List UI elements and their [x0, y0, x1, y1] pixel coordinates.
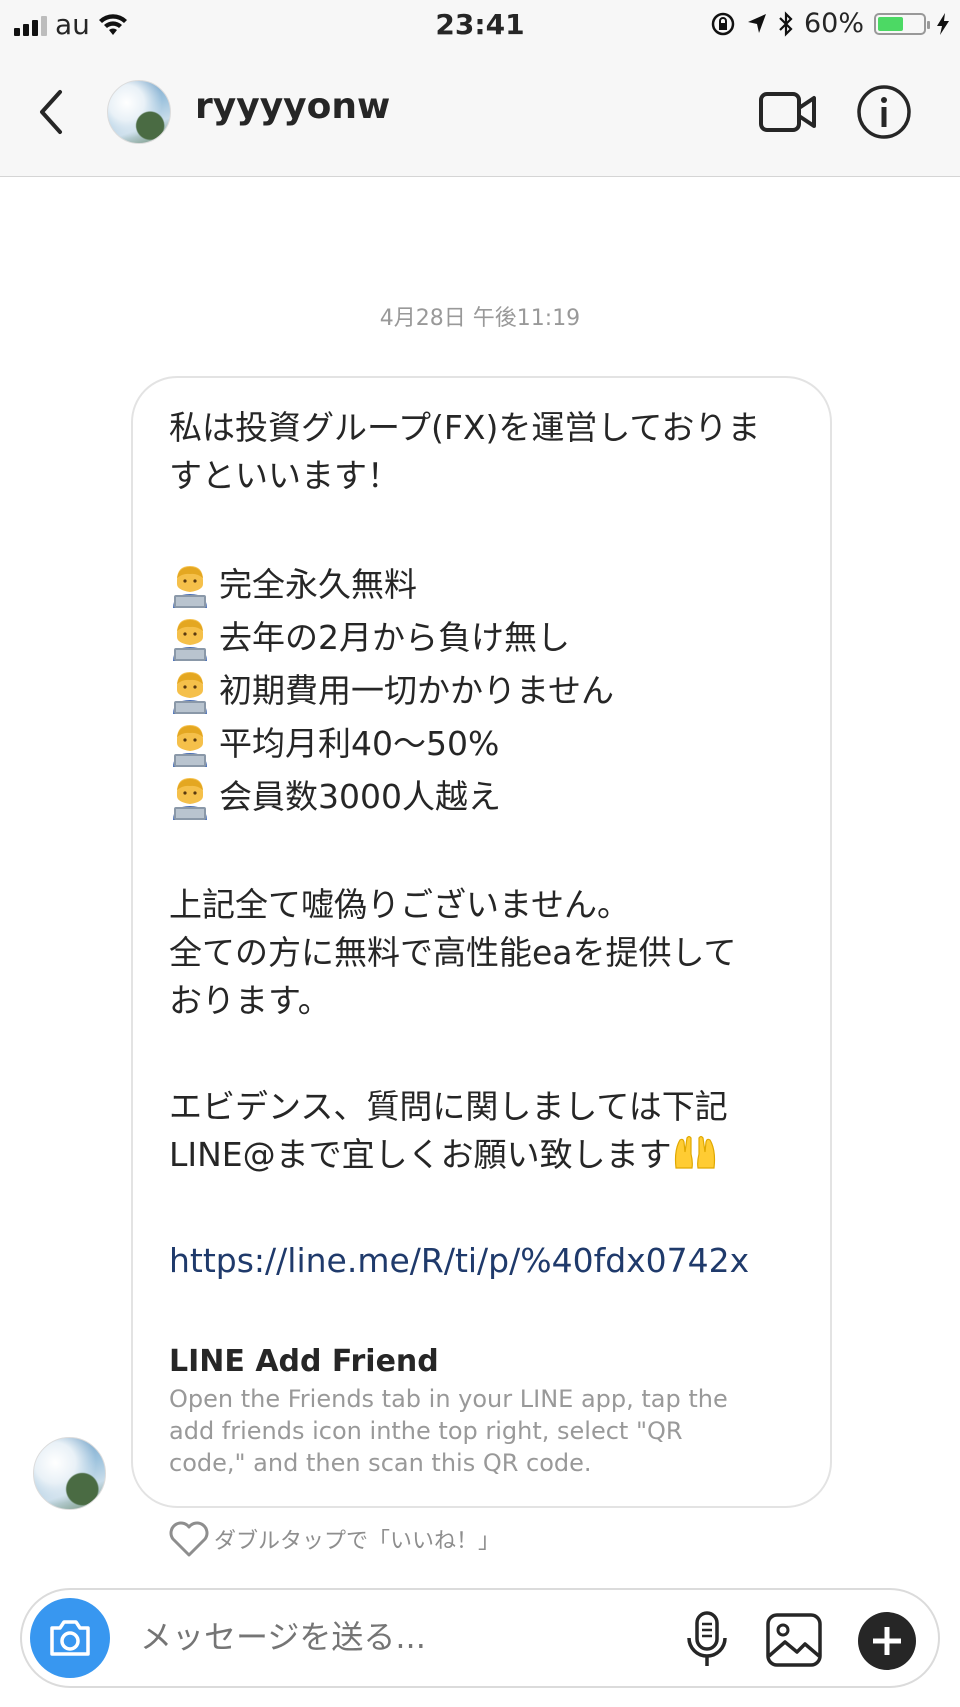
heart-icon[interactable] — [168, 1520, 210, 1558]
info-button[interactable] — [855, 83, 913, 141]
conversation-header: ryyyyonw — [0, 50, 960, 177]
charging-bolt-icon — [937, 12, 949, 35]
man-technologist-emoji-icon — [169, 668, 211, 714]
camera-icon — [50, 1620, 90, 1656]
list-item: 会員数3000人越え — [169, 770, 809, 823]
username[interactable]: ryyyyonw — [195, 86, 390, 127]
message-text: 私は投資グループ(FX)を運営しておりま すといいます！ 完全永久無料 去年の2… — [169, 404, 809, 1285]
list-item: 去年の2月から負け無し — [169, 611, 809, 664]
message-timestamp: 4月28日 午後11:19 — [379, 306, 581, 331]
sender-avatar[interactable] — [33, 1437, 106, 1510]
message-line: エビデンス、質問に関しましては下記 — [169, 1087, 728, 1126]
battery-percent: 60% — [803, 8, 864, 39]
link-preview-card[interactable]: LINE Add Friend Open the Friends tab in … — [169, 1344, 809, 1479]
avatar[interactable] — [107, 80, 171, 144]
man-technologist-emoji-icon — [169, 615, 211, 661]
message-line: すといいます！ — [169, 456, 400, 495]
palms-up-emoji-icon — [674, 1135, 715, 1169]
location-arrow-icon — [747, 13, 766, 33]
camera-button[interactable] — [30, 1598, 110, 1678]
message-line: LINE@まで宜しくお願い致します — [169, 1131, 809, 1179]
status-bar: au 23:41 60% — [0, 0, 960, 50]
link-preview-title: LINE Add Friend — [169, 1344, 439, 1379]
message-line: おります。 — [169, 981, 331, 1020]
microphone-button[interactable] — [682, 1610, 732, 1670]
message-bubble[interactable]: 私は投資グループ(FX)を運営しておりま すといいます！ 完全永久無料 去年の2… — [131, 376, 832, 1508]
message-line: 全ての方に無料で高性能eaを提供して — [169, 933, 737, 972]
gallery-button[interactable] — [765, 1612, 823, 1668]
plus-icon — [873, 1627, 901, 1655]
chevron-left-icon — [40, 90, 62, 134]
list-item: 完全永久無料 — [169, 558, 809, 611]
message-line: 私は投資グループ(FX)を運営しておりま — [169, 408, 761, 447]
list-item: 平均月利40〜50% — [169, 717, 809, 770]
message-composer — [20, 1588, 940, 1688]
man-technologist-emoji-icon — [169, 774, 211, 820]
battery-icon — [874, 12, 930, 35]
message-link[interactable]: https://line.me/R/ti/p/%40fdx0742x — [169, 1237, 809, 1285]
message-input[interactable] — [140, 1618, 660, 1656]
more-options-button[interactable] — [858, 1612, 916, 1670]
orientation-lock-icon — [711, 12, 735, 35]
status-right: 60% — [710, 8, 950, 39]
message-line: 上記全て嘘偽りございません。 — [169, 885, 631, 924]
back-button[interactable] — [30, 84, 74, 140]
bluetooth-icon — [779, 10, 793, 37]
video-call-button[interactable] — [758, 88, 818, 136]
man-technologist-emoji-icon — [169, 721, 211, 767]
man-technologist-emoji-icon — [169, 562, 211, 608]
list-item: 初期費用一切かかりません — [169, 664, 809, 717]
like-hint-text: ダブルタップで「いいね！」 — [214, 1529, 501, 1554]
link-preview-description: Open the Friends tab in your LINE app, t… — [169, 1385, 728, 1477]
like-hint[interactable]: ダブルタップで「いいね！」 — [168, 1520, 500, 1558]
